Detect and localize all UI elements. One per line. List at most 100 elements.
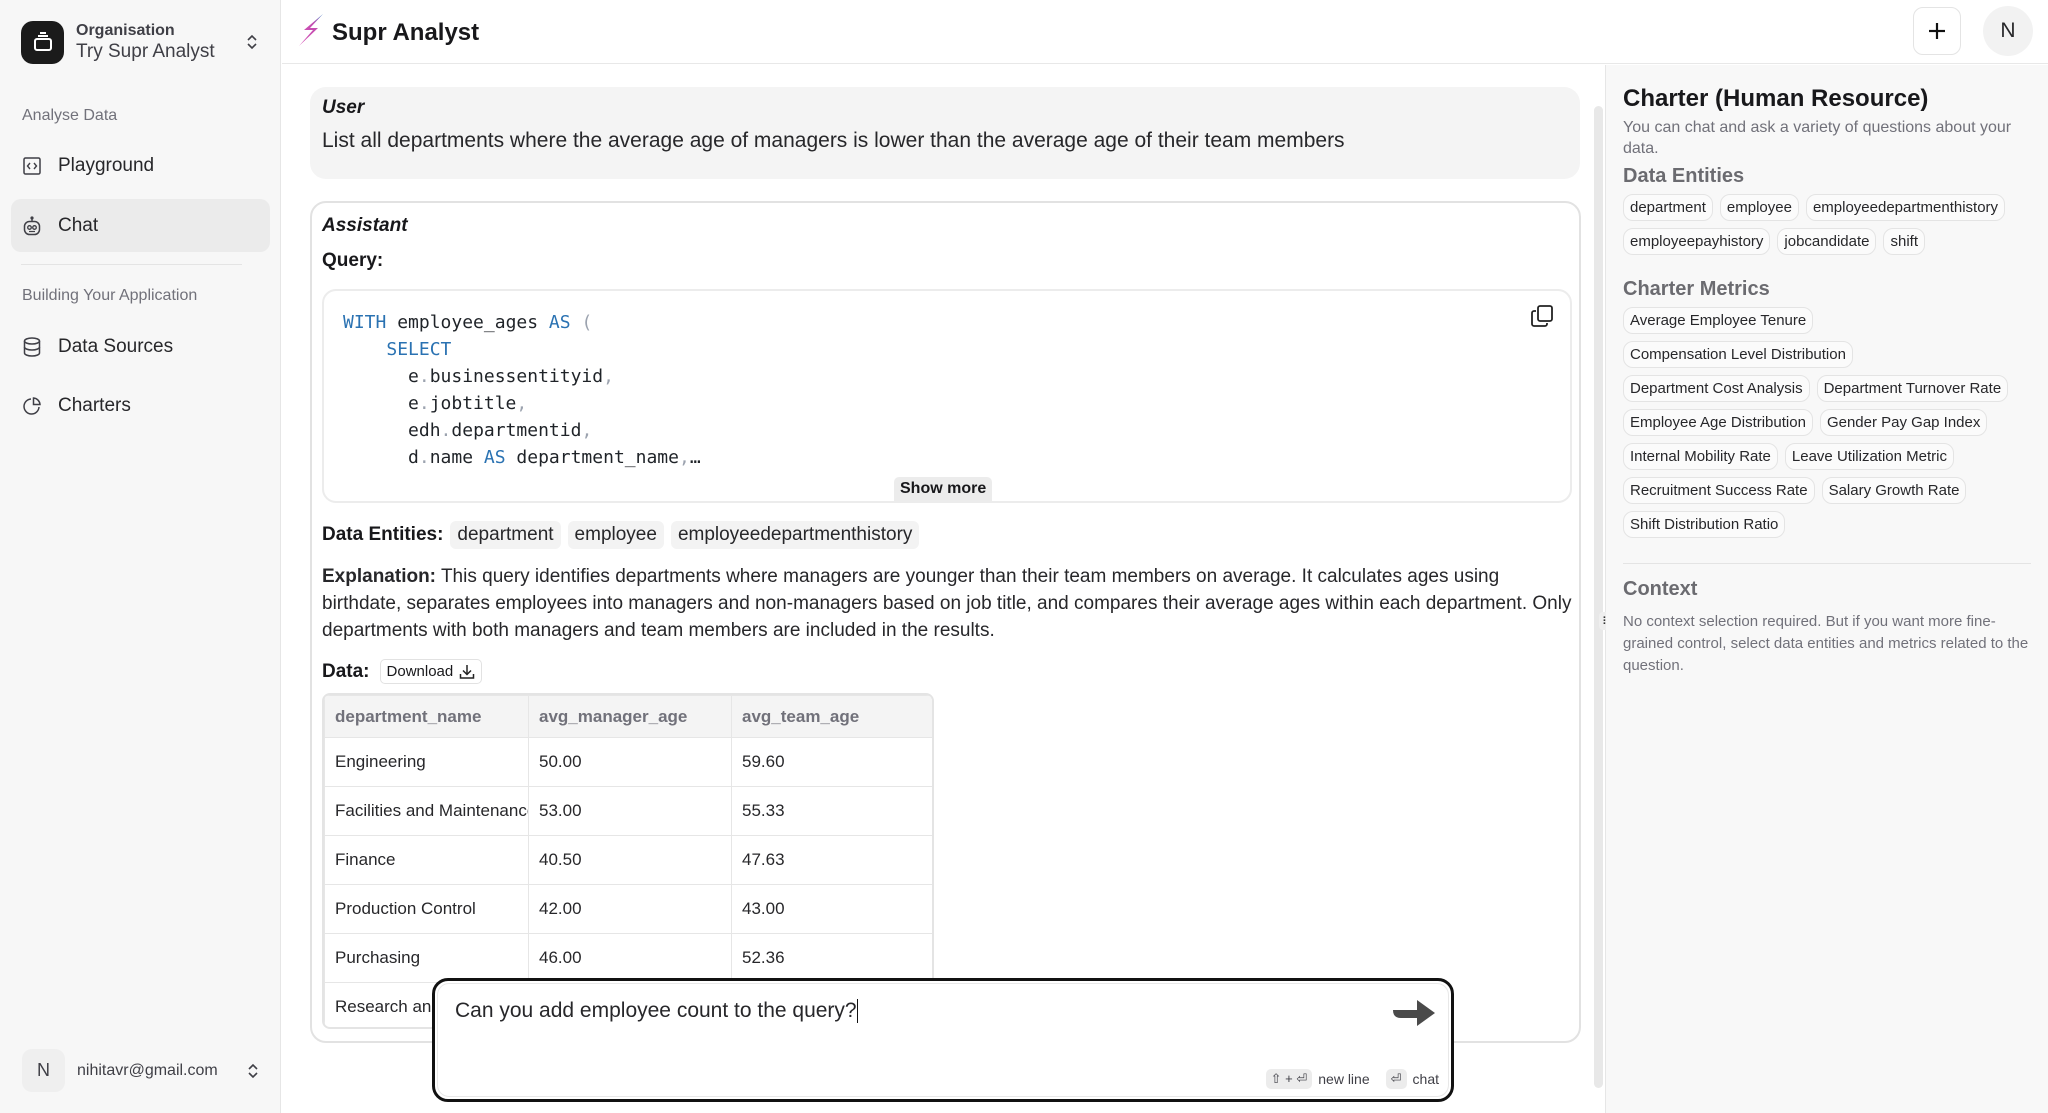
charter-title: Charter (Human Resource) — [1623, 85, 1929, 112]
table-cell: 46.00 — [528, 933, 732, 983]
table-cell: 42.00 — [528, 884, 732, 934]
user-menu[interactable]: N nihitavr@gmail.com — [22, 1049, 262, 1092]
user-message-text: List all departments where the average a… — [322, 129, 1345, 152]
metric-chip[interactable]: Gender Pay Gap Index — [1819, 409, 1988, 436]
sidebar: Organisation Try Supr Analyst Analyse Da… — [0, 0, 281, 1113]
download-label: Download — [386, 663, 454, 680]
explanation: Explanation: This query identifies depar… — [322, 563, 1572, 644]
charter-subtitle: You can chat and ask a variety of questi… — [1623, 119, 2012, 157]
pie-chart-icon — [21, 395, 43, 417]
send-hint: chat — [1412, 1071, 1439, 1087]
user-message: User List all departments where the aver… — [310, 87, 1580, 179]
table-cell: Production Control — [324, 884, 529, 934]
sidebar-divider — [21, 264, 242, 265]
table-cell: 43.00 — [731, 884, 932, 934]
user-avatar: N — [22, 1049, 65, 1092]
explanation-text: This query identifies departments where … — [322, 566, 1572, 641]
column-header[interactable]: avg_manager_age — [528, 695, 732, 738]
metric-chip[interactable]: Leave Utilization Metric — [1784, 443, 1954, 470]
org-logo-icon — [21, 20, 64, 64]
assistant-message: Assistant Query: WITH employee_ages AS (… — [310, 201, 1581, 1043]
metric-chips: Average Employee Tenure Compensation Lev… — [1623, 307, 2031, 545]
table-cell: 52.36 — [731, 933, 932, 983]
sql-code-block: WITH employee_ages AS ( SELECT e.busines… — [322, 289, 1572, 503]
send-arrow-icon — [1393, 1000, 1435, 1026]
sidebar-item-label: Charters — [58, 394, 131, 416]
header-avatar[interactable]: N — [1983, 6, 2033, 56]
entity-chips: department employee employeedepartmenthi… — [1623, 194, 2031, 262]
newline-hint: new line — [1318, 1071, 1370, 1087]
metric-chip[interactable]: Salary Growth Rate — [1821, 477, 1967, 504]
context-text: No context selection required. But if yo… — [1623, 613, 2029, 674]
data-entities-label: Data Entities: — [322, 524, 444, 545]
table-cell: 53.00 — [528, 786, 732, 836]
new-chat-button[interactable] — [1913, 7, 1961, 55]
database-icon — [21, 336, 43, 358]
entity-chip[interactable]: department — [1623, 194, 1713, 221]
metric-chip[interactable]: Shift Distribution Ratio — [1623, 511, 1786, 538]
table-row: Production Control 42.00 43.00 — [324, 884, 932, 934]
plus-icon — [1929, 23, 1945, 39]
sidebar-item-label: Chat — [58, 214, 99, 236]
metric-chip[interactable]: Compensation Level Distribution — [1623, 341, 1853, 368]
show-more-button[interactable]: Show more — [894, 477, 993, 501]
user-email: nihitavr@gmail.com — [77, 1061, 218, 1079]
metric-chip[interactable]: Department Turnover Rate — [1816, 375, 2009, 402]
entity-chip[interactable]: employee — [1719, 194, 1799, 221]
metric-chip[interactable]: Recruitment Success Rate — [1623, 477, 1815, 504]
column-header[interactable]: avg_team_age — [731, 695, 932, 738]
sidebar-item-label: Data Sources — [58, 335, 174, 357]
copy-icon[interactable] — [1530, 304, 1556, 330]
entity-chip[interactable]: shift — [1883, 228, 1925, 255]
sql-code: WITH employee_ages AS ( SELECT e.busines… — [343, 312, 701, 468]
table-row: Engineering 50.00 59.60 — [324, 737, 932, 787]
section-label-analyse: Analyse Data — [22, 107, 118, 124]
download-button[interactable]: Download — [379, 659, 483, 684]
data-entities-row: Data Entities: department employee emplo… — [322, 521, 920, 549]
entity-chip[interactable]: jobcandidate — [1777, 228, 1877, 255]
entity-chip[interactable]: employeepayhistory — [1623, 228, 1771, 255]
chat-scrollbar[interactable] — [1594, 106, 1603, 1088]
chat-input-box: Can you add employee count to the query?… — [432, 978, 1454, 1102]
panel-separator — [1623, 563, 2031, 564]
table-row: Finance 40.50 47.63 — [324, 835, 932, 885]
sidebar-item-data-sources[interactable]: Data Sources — [11, 320, 270, 373]
metric-chip[interactable]: Internal Mobility Rate — [1623, 443, 1778, 470]
brand: Supr Analyst — [296, 12, 479, 53]
top-header: Supr Analyst N — [282, 0, 2048, 64]
table-cell: 40.50 — [528, 835, 732, 885]
sidebar-item-playground[interactable]: Playground — [11, 139, 270, 192]
entities-heading: Data Entities — [1623, 165, 1745, 187]
sidebar-item-charters[interactable]: Charters — [11, 379, 270, 432]
data-row: Data: Download — [322, 659, 483, 684]
data-label: Data: — [322, 660, 370, 682]
chat-input[interactable]: Can you add employee count to the query? — [455, 999, 1335, 1024]
column-header[interactable]: department_name — [324, 695, 529, 738]
app-title: Supr Analyst — [332, 18, 480, 46]
send-button[interactable] — [1389, 993, 1439, 1033]
table-cell: Purchasing — [324, 933, 529, 983]
table-header-row: department_name avg_manager_age avg_team… — [324, 695, 932, 738]
entity-chip: employee — [567, 521, 664, 549]
table-cell: 47.63 — [731, 835, 932, 885]
table-cell: 55.33 — [731, 786, 932, 836]
org-switcher[interactable]: Organisation Try Supr Analyst — [21, 20, 261, 64]
section-label-building: Building Your Application — [22, 287, 198, 304]
metrics-heading: Charter Metrics — [1623, 278, 1770, 300]
metric-chip[interactable]: Average Employee Tenure — [1623, 307, 1814, 334]
query-label: Query: — [322, 250, 384, 271]
entity-chip[interactable]: employeedepartmenthistory — [1805, 194, 2006, 221]
table-cell: 50.00 — [528, 737, 732, 787]
chat-input-value: Can you add employee count to the query? — [455, 999, 857, 1022]
text-caret — [856, 999, 858, 1024]
bot-icon — [21, 215, 43, 237]
metric-chip[interactable]: Employee Age Distribution — [1623, 409, 1813, 436]
sidebar-item-chat[interactable]: Chat — [11, 199, 270, 252]
assistant-role-label: Assistant — [322, 215, 408, 236]
sidebar-item-label: Playground — [58, 154, 155, 176]
entity-chip: department — [450, 521, 561, 549]
explanation-label: Explanation: — [322, 566, 437, 587]
code-icon — [21, 155, 43, 177]
chevron-up-down-icon — [244, 1060, 262, 1082]
metric-chip[interactable]: Department Cost Analysis — [1623, 375, 1810, 402]
